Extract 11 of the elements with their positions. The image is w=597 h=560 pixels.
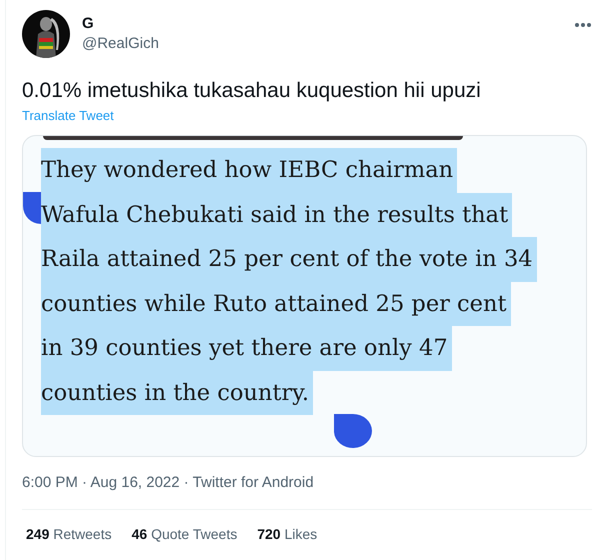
- tweet-image[interactable]: [22, 135, 587, 457]
- selection-handle-icon: [334, 414, 372, 450]
- tweet-text: 0.01% imetushika tukasahau kuquestion hii upuzi: [22, 78, 482, 104]
- author-handle[interactable]: @RealGich: [82, 34, 562, 54]
- author-name[interactable]: G: [82, 14, 562, 34]
- engagement-stat[interactable]: 249 Retweets: [26, 526, 112, 542]
- tweet-timestamp[interactable]: 6:00 PM · Aug 16, 2022 · Twitter for Android: [22, 473, 592, 493]
- engagement-stat[interactable]: 720 Likes: [257, 526, 318, 542]
- selection-handle-icon: [23, 192, 41, 224]
- engagement-stat[interactable]: 46 Quote Tweets: [132, 526, 238, 542]
- more-icon[interactable]: [574, 22, 592, 28]
